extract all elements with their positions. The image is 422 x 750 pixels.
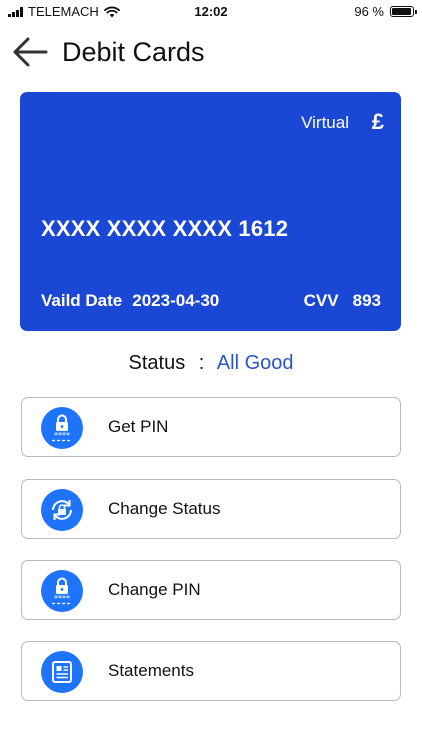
header: Debit Cards xyxy=(0,28,422,76)
battery-percent: 96 % xyxy=(354,4,384,19)
arrow-left-icon xyxy=(13,37,48,67)
card-number: XXXX XXXX XXXX 1612 xyxy=(41,216,289,241)
valid-date: Vaild Date 2023-04-30 xyxy=(41,291,219,311)
get-pin-label: Get PIN xyxy=(108,417,169,436)
battery-fill xyxy=(392,8,412,15)
statements-label: Statements xyxy=(108,661,194,680)
card-type: Virtual xyxy=(301,113,349,132)
lock-refresh-icon xyxy=(41,489,83,531)
status-bar-right: 96 % xyxy=(354,4,417,19)
status-separator: : xyxy=(198,352,205,374)
cvv: CVV 893 xyxy=(304,291,381,311)
status-bar: TELEMACH 12:02 96 % xyxy=(0,0,422,24)
get-pin-button[interactable]: **** Get PIN xyxy=(21,397,401,457)
card-details: Vaild Date 2023-04-30 CVV 893 xyxy=(41,291,381,311)
currency-symbol: £ xyxy=(371,109,384,134)
debit-card[interactable]: Virtual £ XXXX XXXX XXXX 1612 Vaild Date… xyxy=(20,92,401,331)
change-status-button[interactable]: Change Status xyxy=(21,479,401,539)
valid-date-label: Vaild Date xyxy=(41,291,123,310)
status-label: Status xyxy=(128,352,186,374)
lock-pin-icon: **** xyxy=(41,407,83,449)
change-status-label: Change Status xyxy=(108,499,221,518)
card-status: Status : All Good xyxy=(0,352,422,375)
back-button[interactable] xyxy=(12,36,48,68)
status-value: All Good xyxy=(216,352,294,374)
document-icon xyxy=(41,651,83,693)
valid-date-value: 2023-04-30 xyxy=(132,291,220,310)
battery-icon xyxy=(390,6,417,17)
page-title: Debit Cards xyxy=(62,37,205,67)
statements-button[interactable]: Statements xyxy=(21,641,401,701)
lock-pin-icon: **** xyxy=(41,570,83,612)
svg-text:****: **** xyxy=(54,594,70,603)
cvv-label: CVV xyxy=(303,291,339,310)
change-pin-button[interactable]: **** Change PIN xyxy=(21,560,401,620)
change-pin-label: Change PIN xyxy=(108,580,201,599)
svg-text:****: **** xyxy=(54,431,70,440)
cvv-value: 893 xyxy=(352,291,381,310)
